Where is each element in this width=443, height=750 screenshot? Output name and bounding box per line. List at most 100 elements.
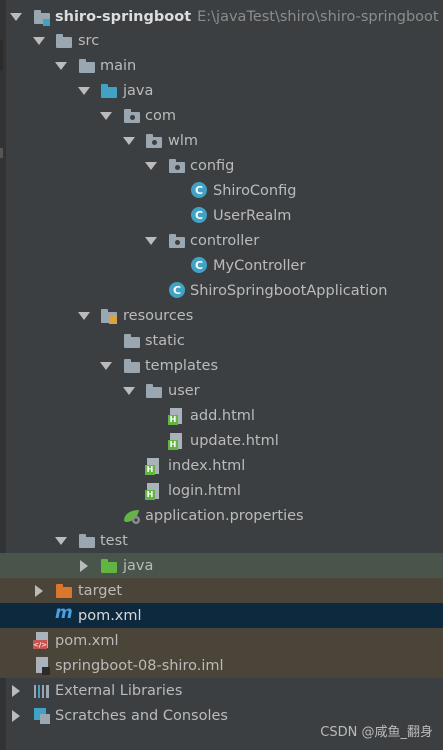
tree-row-userrealm[interactable]: C UserRealm <box>0 203 443 228</box>
tree-row-static[interactable]: static <box>0 328 443 353</box>
expand-arrow-icon[interactable] <box>100 360 112 372</box>
tree-row-config[interactable]: config <box>0 153 443 178</box>
html-file-icon: H <box>168 432 186 450</box>
tree-label-external-libraries: External Libraries <box>55 682 183 699</box>
package-icon <box>168 157 186 175</box>
tree-label-application-properties: application.properties <box>145 507 304 524</box>
expand-arrow-icon[interactable] <box>145 235 157 247</box>
tree-row-user[interactable]: user <box>0 378 443 403</box>
tree-row-wlm[interactable]: wlm <box>0 128 443 153</box>
tree-label-com: com <box>145 107 176 124</box>
expand-arrow-icon[interactable] <box>33 35 45 47</box>
expand-arrow-icon[interactable] <box>55 60 67 72</box>
collapse-arrow-icon[interactable] <box>10 710 22 722</box>
tree-label-src: src <box>78 32 100 49</box>
tree-row-java[interactable]: java <box>0 78 443 103</box>
tree-row-com[interactable]: com <box>0 103 443 128</box>
java-class-icon: C <box>191 207 207 223</box>
folder-icon <box>78 532 96 550</box>
tree-row-target[interactable]: target <box>0 578 443 603</box>
tree-label-test-java: java <box>123 557 154 574</box>
source-folder-icon <box>100 82 118 100</box>
tree-label-add-html: add.html <box>190 407 255 424</box>
tree-row-src[interactable]: src <box>0 28 443 53</box>
tree-row-test[interactable]: test <box>0 528 443 553</box>
html-file-icon: H <box>145 482 163 500</box>
folder-icon <box>145 382 163 400</box>
tree-label-resources: resources <box>123 307 194 324</box>
tree-row-add-html[interactable]: H add.html <box>0 403 443 428</box>
tree-row-controller[interactable]: controller <box>0 228 443 253</box>
spring-properties-icon <box>122 507 140 525</box>
tree-row-application-properties[interactable]: application.properties <box>0 503 443 528</box>
tree-row-project[interactable]: shiro-springboot E:\javaTest\shiro\shiro-… <box>0 4 443 29</box>
tree-label-target: target <box>78 582 123 599</box>
tree-label-test: test <box>100 532 128 549</box>
tree-row-iml[interactable]: springboot-08-shiro.iml <box>0 653 443 678</box>
tree-label-user: user <box>168 382 200 399</box>
tree-label-mycontroller: MyController <box>213 257 306 274</box>
tree-row-resources[interactable]: resources <box>0 303 443 328</box>
spring-boot-class-icon: C <box>169 282 185 298</box>
expand-arrow-icon[interactable] <box>145 160 157 172</box>
folder-icon <box>123 357 141 375</box>
expand-arrow-icon[interactable] <box>78 310 90 322</box>
tree-row-login-html[interactable]: H login.html <box>0 478 443 503</box>
java-class-icon: C <box>191 182 207 198</box>
tree-row-application-class[interactable]: C ShiroSpringbootApplication <box>0 278 443 303</box>
tree-row-index-html[interactable]: H index.html <box>0 453 443 478</box>
expand-arrow-icon[interactable] <box>123 385 135 397</box>
project-name: shiro-springboot <box>55 8 192 25</box>
watermark-text: CSDN @咸鱼_翻身 <box>320 725 433 740</box>
tree-row-shiroconfig[interactable]: C ShiroConfig <box>0 178 443 203</box>
html-file-icon: H <box>168 407 186 425</box>
tree-label-templates: templates <box>145 357 219 374</box>
folder-icon <box>55 32 73 50</box>
expand-arrow-icon[interactable] <box>100 110 112 122</box>
folder-icon <box>78 57 96 75</box>
tree-label-pom-selected: pom.xml <box>78 607 142 624</box>
package-icon <box>145 132 163 150</box>
test-source-folder-icon <box>100 557 118 575</box>
collapse-arrow-icon[interactable] <box>78 560 90 572</box>
expand-arrow-icon[interactable] <box>78 85 90 97</box>
tree-label-update-html: update.html <box>190 432 279 449</box>
module-file-icon <box>33 656 51 675</box>
tree-label-pom-root: pom.xml <box>55 632 119 649</box>
project-path: E:\javaTest\shiro\shiro-springboot <box>197 8 439 25</box>
tree-label-login-html: login.html <box>168 482 241 499</box>
collapse-arrow-icon[interactable] <box>10 685 22 697</box>
svg-text:</>: </> <box>33 641 47 649</box>
tree-label-scratches: Scratches and Consoles <box>55 707 228 724</box>
tree-label-iml: springboot-08-shiro.iml <box>55 657 224 674</box>
libraries-icon <box>33 682 51 700</box>
tree-label-wlm: wlm <box>168 132 199 149</box>
tree-label-controller: controller <box>190 232 260 249</box>
tree-label-java: java <box>123 82 154 99</box>
tree-row-test-java[interactable]: java <box>0 553 443 578</box>
tree-label-static: static <box>145 332 185 349</box>
tree-row-mycontroller[interactable]: C MyController <box>0 253 443 278</box>
java-class-icon: C <box>191 257 207 273</box>
xml-file-icon: </> <box>33 631 51 650</box>
expand-arrow-icon[interactable] <box>123 135 135 147</box>
expand-arrow-icon[interactable] <box>10 11 22 23</box>
maven-icon: m <box>55 603 73 623</box>
tree-label-index-html: index.html <box>168 457 246 474</box>
scratches-icon <box>33 707 51 725</box>
folder-icon <box>123 332 141 350</box>
tree-label-shiroconfig: ShiroConfig <box>213 182 297 199</box>
tree-row-update-html[interactable]: H update.html <box>0 428 443 453</box>
tree-row-pom-selected[interactable]: m pom.xml <box>0 603 443 628</box>
tree-row-templates[interactable]: templates <box>0 353 443 378</box>
expand-arrow-icon[interactable] <box>55 535 67 547</box>
module-folder-icon <box>33 8 51 26</box>
collapse-arrow-icon[interactable] <box>33 585 45 597</box>
resources-folder-icon <box>100 307 118 325</box>
tree-row-main[interactable]: main <box>0 53 443 78</box>
package-icon <box>123 107 141 125</box>
tree-row-external-libraries[interactable]: External Libraries <box>0 678 443 703</box>
html-file-icon: H <box>145 457 163 475</box>
tree-row-pom-root[interactable]: </> pom.xml <box>0 628 443 653</box>
package-icon <box>168 232 186 250</box>
